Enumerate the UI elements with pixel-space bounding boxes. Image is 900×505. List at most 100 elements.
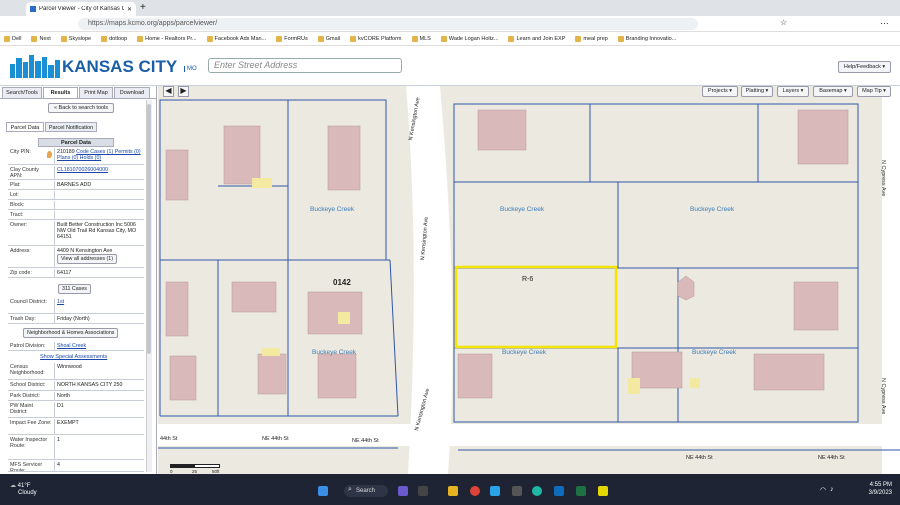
cloud-icon: ☁ (10, 483, 18, 489)
bookmark[interactable]: meal prep (575, 35, 608, 42)
bookmark[interactable]: Branding Innovatio... (617, 35, 676, 42)
table-row: PW Maint District: D1 (8, 402, 144, 418)
table-row: City PIN: 210189 Code Cases (1) Permits … (8, 148, 144, 165)
table-row: Zip code: 64117 (8, 269, 144, 278)
buildings (165, 109, 849, 401)
mail-icon[interactable] (554, 486, 564, 496)
app-icon[interactable] (598, 486, 608, 496)
table-row: Census Neighborhood: Winnwood (8, 363, 144, 380)
expand-right-button[interactable]: ▶ (178, 86, 189, 97)
cypress-ave-street (882, 86, 900, 474)
street-label: 44th St (160, 436, 178, 442)
bookmark[interactable]: Home - Realtors Pr... (137, 35, 197, 42)
kansas-city-logo: KANSAS CITY MO (8, 52, 200, 80)
zoning-label: R-6 (522, 276, 534, 283)
store-icon[interactable] (512, 486, 522, 496)
search-icon: ⌕ (348, 486, 352, 493)
clock[interactable]: 4:55 PM 3/9/2023 (848, 481, 892, 497)
close-icon[interactable]: ✕ (127, 6, 132, 13)
tab-parcel-data[interactable]: Parcel Data (6, 122, 44, 132)
back-to-search-button[interactable]: « Back to search tools (48, 103, 114, 113)
url-field[interactable]: https://maps.kcmo.org/apps/parcelviewer/ (78, 18, 698, 30)
chrome-icon[interactable] (470, 486, 480, 496)
tab-divider (0, 98, 157, 99)
collapse-left-button[interactable]: ◀ (163, 86, 174, 97)
table-row: Impact Fee Zone: EXEMPT (8, 419, 144, 435)
logo-sub: MO (184, 66, 197, 72)
bookmarks-bar: Dell Next Skyslope dotloop Home - Realto… (0, 32, 900, 46)
favorites-icon[interactable]: ☆ (780, 18, 787, 27)
table-row: Lot: (8, 191, 144, 200)
creek-label: Buckeye Creek (500, 206, 545, 213)
table-row: School District: NORTH KANSAS CITY 250 (8, 381, 144, 391)
cases-311-button[interactable]: 311 Cases (58, 284, 91, 294)
street-label: NE 44th St (352, 438, 379, 444)
meet-icon[interactable] (398, 486, 408, 496)
scrollbar-thumb[interactable] (147, 104, 151, 354)
bookmark[interactable]: Wade Logan Holtz... (440, 35, 498, 42)
tab-parcel-notification[interactable]: Parcel Notification (45, 122, 97, 132)
parcel-data-title: Parcel Data (38, 138, 114, 147)
tab-print-map[interactable]: Print Map (79, 87, 113, 98)
maptip-menu[interactable]: Map Tip ▾ (857, 86, 891, 97)
menu-icon[interactable]: … (880, 16, 889, 26)
address-search-input[interactable]: Enter Street Address (208, 58, 402, 73)
creek-label: Buckeye Creek (502, 349, 547, 356)
bookmark[interactable]: Learn and Join EXP (508, 35, 565, 42)
widget-icon[interactable] (418, 486, 428, 496)
street-label: N Cypress Ave (880, 378, 886, 415)
help-feedback-button[interactable]: Help/Feedback ▾ (838, 61, 891, 73)
weather-widget[interactable]: ☁ 41°F Cloudy (10, 483, 37, 497)
creek-label: Buckeye Creek (310, 206, 355, 213)
platting-menu[interactable]: Platting ▾ (741, 86, 773, 97)
apn-link[interactable]: CL181070026004000 (54, 166, 144, 179)
bookmark[interactable]: kvCORE Platform (350, 35, 402, 42)
neighborhood-button[interactable]: Neighborhood & Homes Associations (23, 328, 119, 338)
tab-download[interactable]: Download (114, 87, 150, 98)
bookmark[interactable]: Skyslope (60, 35, 91, 42)
bookmark[interactable]: dotloop (101, 35, 127, 42)
street-label: NE 44th St (818, 455, 845, 461)
table-row: Patrol Division: Shoal Creek (8, 342, 144, 351)
table-row: Plat: BARNES ADD (8, 181, 144, 190)
creek-label: Buckeye Creek (312, 349, 357, 356)
street-label: N Cypress Ave (880, 160, 886, 197)
street-label: NE 44th St (262, 436, 289, 442)
bookmark[interactable]: Dell (4, 35, 21, 42)
tab-results[interactable]: Results (43, 87, 78, 98)
tab-title: Parcel Viewer - City of Kansas Ci (39, 6, 124, 12)
bookmark[interactable]: Next (31, 35, 51, 42)
table-row: MFS Servicer Route: 4 (8, 461, 144, 472)
excel-icon[interactable] (576, 486, 586, 496)
edge-icon[interactable] (532, 486, 542, 496)
tab-search-tools[interactable]: Search/Tools (2, 87, 42, 98)
selected-parcel-highlight (454, 265, 618, 349)
table-row: Trash Day: Friday (North) (8, 315, 144, 324)
bookmark[interactable]: FormRUs (276, 35, 308, 42)
browser-tab[interactable]: Parcel Viewer - City of Kansas Ci ✕ (26, 2, 136, 16)
tab-favicon-icon (30, 6, 36, 12)
table-row: Clay County APN: CL181070026004000 (8, 166, 144, 180)
volume-icon[interactable]: ♪ (830, 486, 834, 493)
parcel-lines (158, 99, 900, 451)
bookmark[interactable]: Facebook Ads Man... (206, 35, 266, 42)
photos-icon[interactable] (490, 486, 500, 496)
creek-label: Buckeye Creek (692, 349, 737, 356)
special-assessments-link[interactable]: Show Special Assessments (40, 354, 107, 360)
layers-menu[interactable]: Layers ▾ (777, 86, 809, 97)
scale-bar (170, 464, 220, 468)
projects-menu[interactable]: Projects ▾ (702, 86, 738, 97)
table-row: Park District: North (8, 392, 144, 401)
creek-label: Buckeye Creek (690, 206, 735, 213)
windows-start-icon[interactable] (318, 486, 328, 496)
table-row: Owner: Built Better Construction Inc 5006… (8, 221, 144, 246)
view-all-addresses-button[interactable]: View all addresses (1) (57, 254, 118, 264)
table-row: Water Inspector Route: 1 (8, 436, 144, 460)
basemap-menu[interactable]: Basemap ▾ (813, 86, 853, 97)
bookmark[interactable]: MLS (411, 35, 431, 42)
bookmark[interactable]: Gmail (317, 35, 340, 42)
wifi-icon[interactable]: ◠ (820, 486, 826, 494)
file-explorer-icon[interactable] (448, 486, 458, 496)
table-row: Address: 4409 N Kensington Ave View all a… (8, 247, 144, 268)
new-tab-icon[interactable]: + (140, 2, 146, 13)
